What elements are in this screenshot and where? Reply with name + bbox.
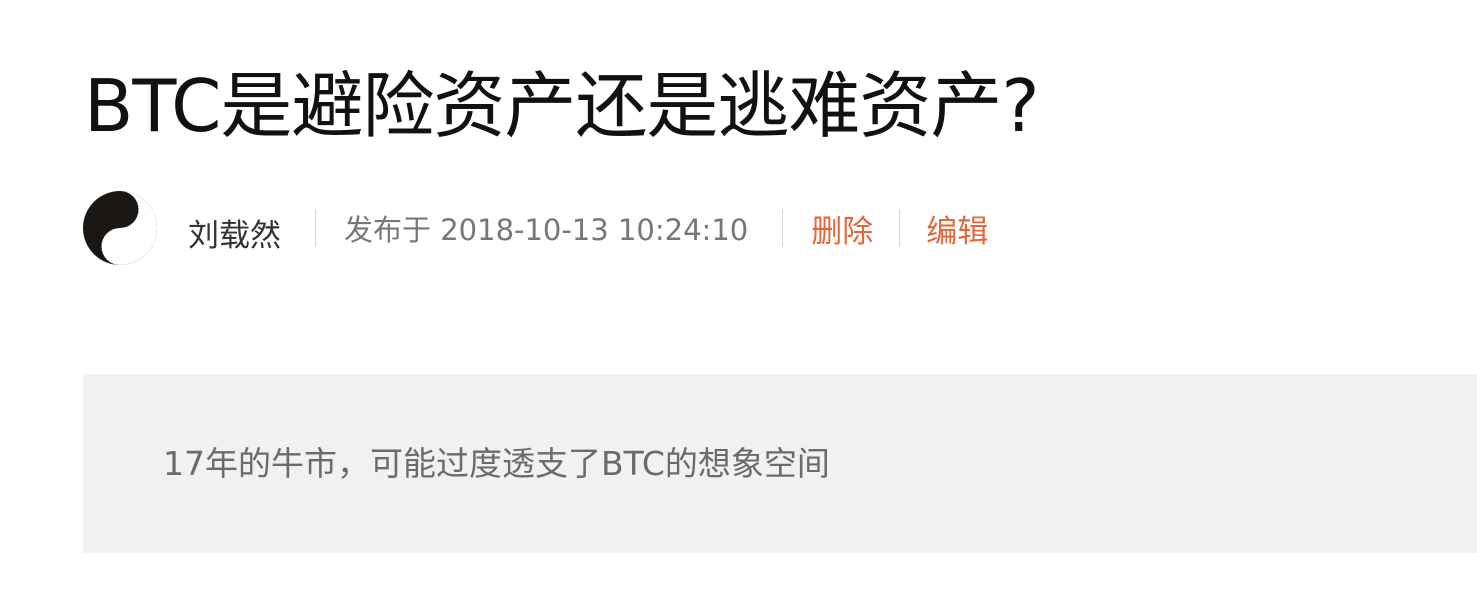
- article-summary-box: 17年的牛市，可能过度透支了BTC的想象空间: [83, 374, 1477, 553]
- avatar[interactable]: [82, 188, 158, 268]
- divider: [899, 210, 901, 246]
- article-meta: 刘载然 发布于 2018-10-13 10:24:10 删除 编辑: [82, 188, 988, 268]
- article-summary: 17年的牛市，可能过度透支了BTC的想象空间: [163, 444, 830, 483]
- edit-button[interactable]: 编辑: [926, 206, 988, 251]
- divider: [782, 210, 784, 246]
- article-page: BTC是避险资产还是逃难资产? 刘载然 发布于 2018-10-13 10:24…: [0, 0, 1477, 607]
- article-title: BTC是避险资产还是逃难资产?: [84, 64, 1040, 148]
- delete-button[interactable]: 删除: [811, 206, 873, 251]
- divider: [315, 210, 316, 246]
- author-name[interactable]: 刘载然: [188, 210, 281, 255]
- publish-time: 发布于 2018-10-13 10:24:10: [344, 213, 749, 247]
